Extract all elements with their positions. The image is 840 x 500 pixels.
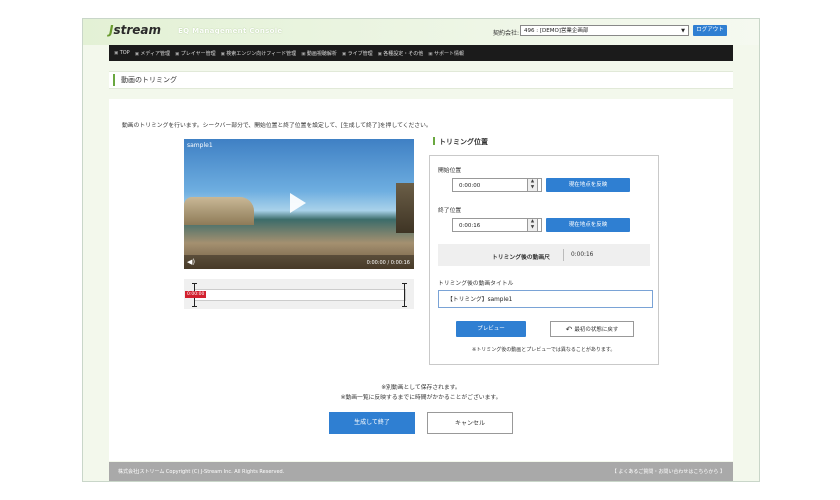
video-time: 0:00:00 / 0:00:16 [366,260,410,266]
nav-item-media[interactable]: メディア管理 [135,50,170,57]
faq-contact-link[interactable]: 【 よくあるご質問・お問い合わせはこちらから 】 [612,468,725,475]
global-nav: TOP メディア管理 プレイヤー管理 検索エンジン向けフィード管理 動画視聴解析… [109,45,733,61]
generate-and-finish-button[interactable]: 生成して終了 [329,412,415,434]
reset-button[interactable]: ↶ 最初の状態に戻す [550,321,634,337]
play-icon[interactable] [290,193,306,213]
save-note-1: ※別動画として保存されます。 [381,385,461,391]
console-window: Jstream EQ Management Console 契約会社: 496 … [82,18,760,482]
divider [563,249,564,261]
header: Jstream EQ Management Console 契約会社: 496 … [83,19,759,45]
end-label: 終了位置 [438,208,462,214]
undo-icon: ↶ [565,325,573,334]
duration-display: トリミング後の動画尺 0:00:16 [438,244,650,266]
section-header: 動画のトリミング [109,71,733,89]
duration-label: トリミング後の動画尺 [492,255,550,261]
video-title: sample1 [187,142,213,149]
nav-item-player[interactable]: プレイヤー管理 [175,50,216,57]
save-note-2: ※動画一覧に反映するまでに時間がかかることがございます。 [340,395,502,401]
nav-item-analytics[interactable]: 動画視聴解析 [301,50,337,57]
volume-icon[interactable]: ◀) [187,258,195,266]
trim-range[interactable] [194,289,406,301]
trim-seekbar[interactable]: 0:00:00 [184,279,414,309]
account-value: 496 : [DEMO]営業企画部 [524,28,589,34]
duration-value: 0:00:16 [571,252,594,258]
chevron-down-icon[interactable]: ▼ [528,185,537,191]
cancel-button[interactable]: キャンセル [427,412,513,434]
chevron-down-icon[interactable]: ▼ [528,225,537,231]
logout-button[interactable]: ログアウト [693,25,727,36]
main-panel: 動画のトリミングを行います。シークバー部分で、開始位置と終了位置を設定して、[生… [109,99,733,461]
nav-item-top[interactable]: TOP [114,50,130,56]
video-controls: ◀) 0:00:00 / 0:00:16 [184,255,414,269]
nav-item-feed[interactable]: 検索エンジン向けフィード管理 [221,50,296,57]
nav-item-live[interactable]: ライブ管理 [342,50,373,57]
section-marker [113,74,115,86]
trimmed-title-input[interactable]: 【トリミング】sample1 [438,290,653,308]
start-time-stepper[interactable]: ▲ ▼ [527,178,538,192]
title-label: トリミング後の動画タイトル [438,281,514,287]
nav-item-support[interactable]: サポート情報 [428,50,464,57]
chevron-down-icon: ▼ [681,28,685,34]
reset-label: 最初の状態に戻す [574,327,619,333]
apply-end-button[interactable]: 現在地点を反映 [546,218,630,232]
account-select[interactable]: 496 : [DEMO]営業企画部 ▼ [520,25,689,36]
trim-heading: トリミング位置 [433,137,488,147]
jstream-logo[interactable]: Jstream [109,23,161,37]
trim-settings-box: 開始位置 0:00:00 ▲ ▼ 現在地点を反映 終了位置 0:00:16 ▲ … [429,155,659,365]
app-title: EQ Management Console [178,27,283,35]
preview-button[interactable]: プレビュー [456,321,526,337]
page-title: 動画のトリミング [121,76,177,84]
video-scene-rock [396,183,414,233]
trim-end-handle[interactable] [402,283,407,307]
start-label: 開始位置 [438,168,462,174]
trim-start-time-tag: 0:00:00 [185,291,207,298]
video-player[interactable]: sample1 ◀) 0:00:00 / 0:00:16 [184,139,414,269]
intro-text: 動画のトリミングを行います。シークバー部分で、開始位置と終了位置を設定して、[生… [122,123,432,129]
nav-item-settings[interactable]: 各種設定・その他 [378,50,423,57]
end-time-stepper[interactable]: ▲ ▼ [527,218,538,232]
account-label: 契約会社: [493,30,520,37]
preview-note: ※トリミング後の動画とプレビューでは異なることがあります。 [472,347,616,353]
apply-start-button[interactable]: 現在地点を反映 [546,178,630,192]
copyright: 株式会社Jストリーム Copyright (C) J-Stream Inc. A… [118,469,285,475]
footer: 株式会社Jストリーム Copyright (C) J-Stream Inc. A… [109,462,733,481]
video-scene [184,197,254,225]
